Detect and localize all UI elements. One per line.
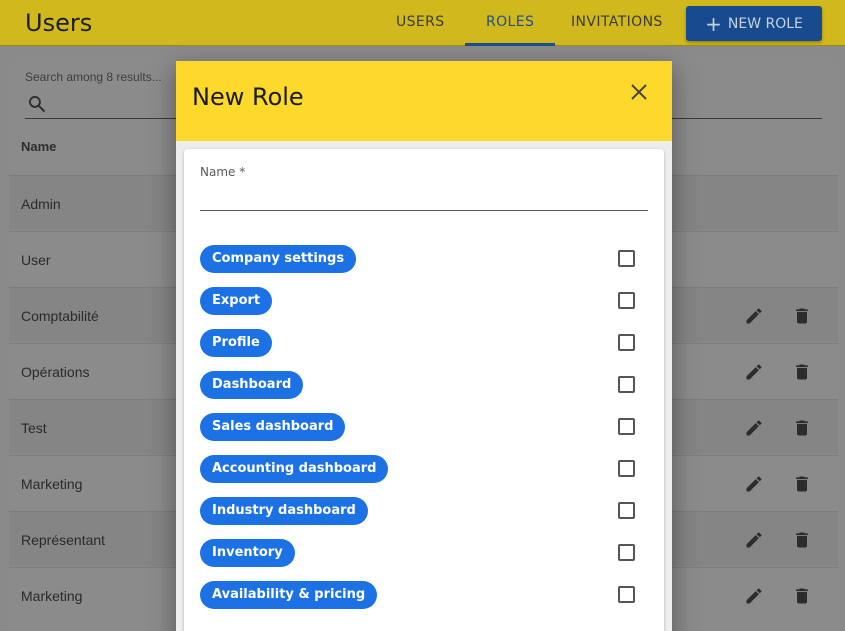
close-icon[interactable]	[630, 83, 648, 101]
permission-row: Dashboard	[200, 371, 648, 399]
permission-checkbox[interactable]	[618, 544, 635, 561]
edit-icon[interactable]	[744, 586, 764, 606]
name-field-label: Name *	[200, 165, 246, 179]
permission-chip: Company settings	[200, 245, 357, 273]
permission-row: Inventory	[200, 539, 648, 567]
dialog-header: New Role	[176, 61, 672, 141]
search-icon	[28, 96, 46, 113]
delete-icon[interactable]	[792, 306, 812, 326]
permission-chip: Dashboard	[200, 371, 304, 399]
role-name: Test	[21, 420, 47, 436]
permission-checkbox[interactable]	[618, 292, 635, 309]
permission-row: Accounting dashboard	[200, 455, 648, 483]
column-header-name: Name	[21, 139, 57, 154]
search-placeholder: Search among 8 results...	[25, 70, 162, 84]
delete-icon[interactable]	[792, 418, 812, 438]
permission-chip: Profile	[200, 329, 272, 357]
delete-icon[interactable]	[792, 530, 812, 550]
edit-icon[interactable]	[744, 418, 764, 438]
tab-roles[interactable]: ROLES	[486, 14, 534, 30]
tab-invitations[interactable]: INVITATIONS	[571, 14, 663, 30]
permission-row: Sales dashboard	[200, 413, 648, 441]
edit-icon[interactable]	[744, 306, 764, 326]
role-name: Marketing	[21, 476, 83, 492]
role-name: Admin	[21, 196, 61, 212]
permission-chip: Industry dashboard	[200, 497, 368, 525]
plus-icon: +	[705, 11, 722, 36]
new-role-button[interactable]: + NEW ROLE	[686, 6, 822, 41]
tab-users[interactable]: USERS	[396, 14, 445, 30]
permission-chip: Availability & pricing	[200, 581, 378, 609]
page-title: Users	[25, 9, 93, 37]
role-name: Comptabilité	[21, 308, 99, 324]
role-name: User	[21, 252, 51, 268]
name-field[interactable]	[200, 185, 648, 211]
permission-checkbox[interactable]	[618, 586, 635, 603]
permission-row: Industry dashboard	[200, 497, 648, 525]
role-name: Marketing	[21, 588, 83, 604]
permission-chip: Accounting dashboard	[200, 455, 389, 483]
delete-icon[interactable]	[792, 474, 812, 494]
edit-icon[interactable]	[744, 474, 764, 494]
permission-row: Profile	[200, 329, 648, 357]
new-role-button-label: NEW ROLE	[727, 15, 803, 32]
dialog-title: New Role	[192, 83, 304, 111]
permission-chip: Export	[200, 287, 273, 315]
permission-checkbox[interactable]	[618, 334, 635, 351]
edit-icon[interactable]	[744, 362, 764, 382]
permission-chip: Inventory	[200, 539, 295, 567]
permission-row: Company settings	[200, 245, 648, 273]
permission-checkbox[interactable]	[618, 502, 635, 519]
edit-icon[interactable]	[744, 530, 764, 550]
delete-icon[interactable]	[792, 362, 812, 382]
permission-checkbox[interactable]	[618, 460, 635, 477]
permission-chip: Sales dashboard	[200, 413, 346, 441]
permission-row: Availability & pricing	[200, 581, 648, 609]
delete-icon[interactable]	[792, 586, 812, 606]
permission-row: Export	[200, 287, 648, 315]
permission-checkbox[interactable]	[618, 376, 635, 393]
role-name: Opérations	[21, 364, 90, 380]
new-role-dialog: New Role Name * Company settings Export Pr…	[176, 61, 672, 631]
dialog-form: Name * Company settings Export Profile Dash…	[184, 149, 664, 631]
role-name: Représentant	[21, 532, 106, 548]
active-tab-indicator	[465, 43, 555, 46]
permission-checkbox[interactable]	[618, 418, 635, 435]
permission-checkbox[interactable]	[618, 250, 635, 267]
